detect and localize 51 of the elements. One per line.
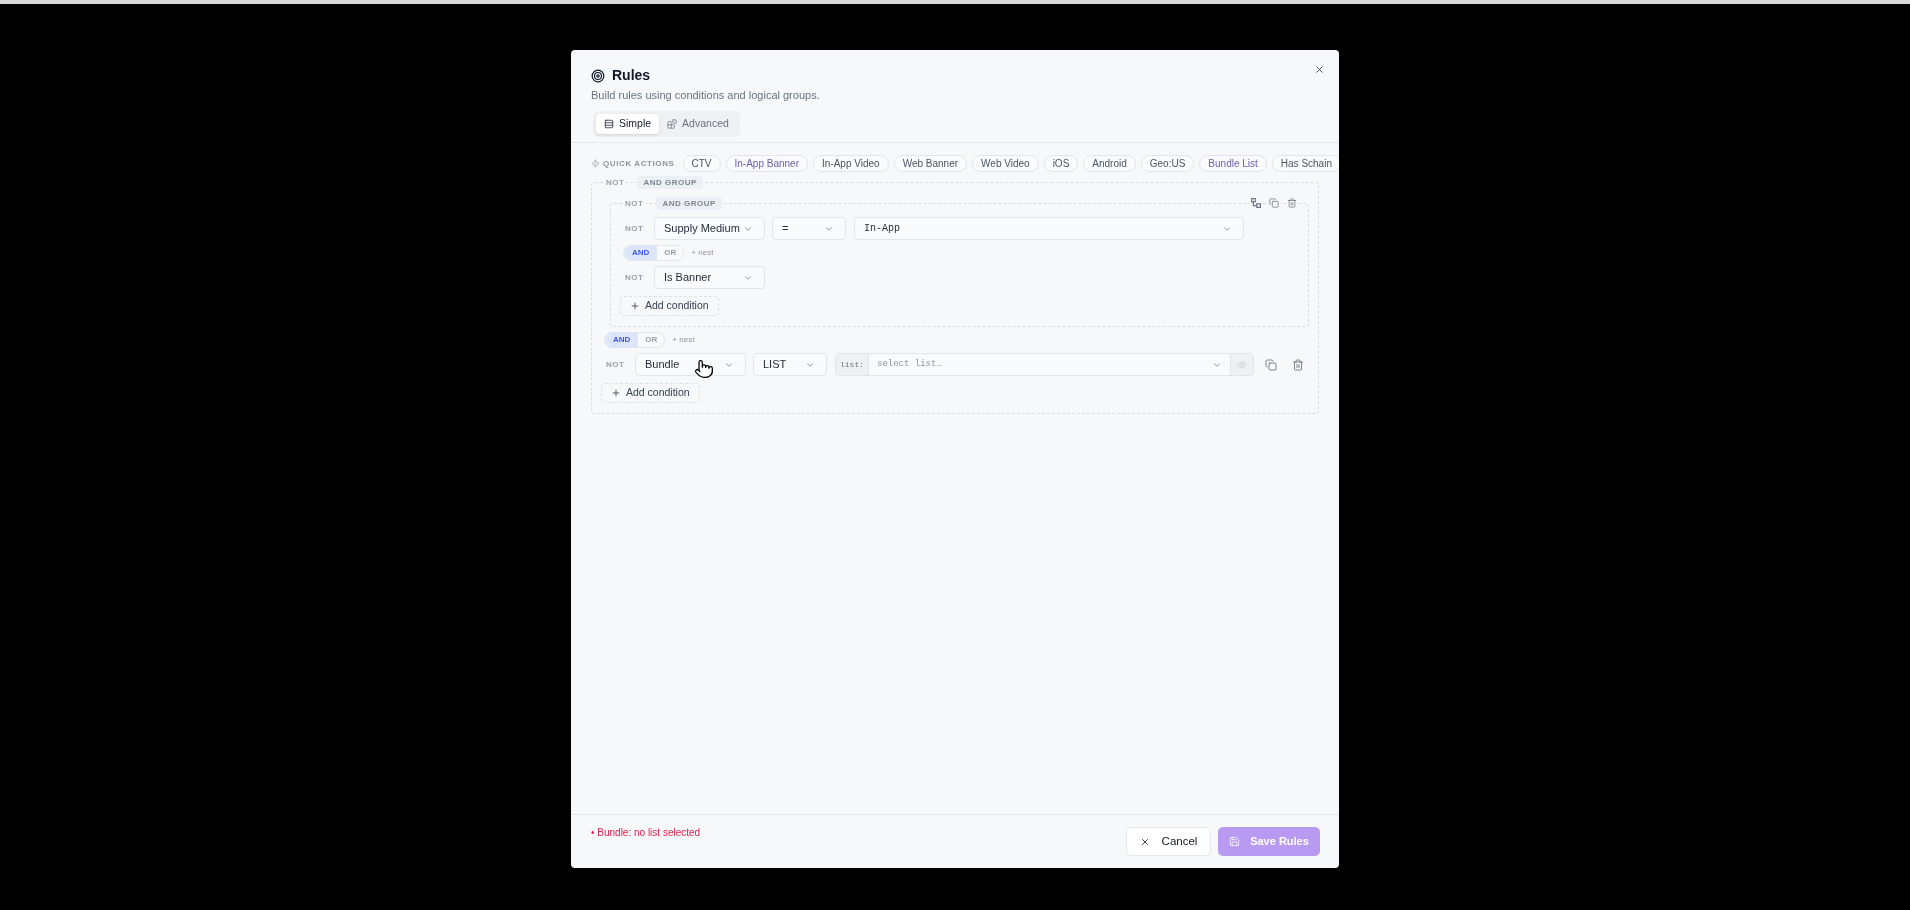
copy-button[interactable]	[1268, 197, 1280, 209]
quick-action-chip[interactable]: Geo:US	[1140, 155, 1195, 172]
trash-icon	[1287, 198, 1297, 208]
cancel-button[interactable]: Cancel	[1126, 827, 1211, 856]
mode-tab[interactable]: Simple	[596, 114, 660, 134]
close-icon	[1314, 64, 1325, 75]
copy-button[interactable]	[1265, 358, 1277, 371]
value-select[interactable]: In-App	[854, 217, 1244, 240]
lightning-icon	[591, 159, 600, 168]
quick-action-chip[interactable]: In-App Video	[813, 155, 889, 172]
copy-icon	[1265, 358, 1277, 371]
dialog-subtitle: Build rules using conditions and logical groups.	[591, 88, 820, 102]
blocks-icon	[667, 119, 678, 129]
trash-icon	[1292, 358, 1304, 371]
dialog-title: Rules	[612, 66, 651, 85]
plus-icon	[630, 301, 640, 311]
quick-action-chip[interactable]: In-App Banner	[725, 155, 808, 172]
group-type-label: AND GROUP	[656, 197, 722, 210]
group-type-label: AND GROUP	[637, 176, 703, 189]
quick-action-chip[interactable]: Has Schain	[1271, 155, 1339, 172]
target-icon	[591, 68, 605, 83]
close-icon	[1139, 836, 1150, 847]
delete-button[interactable]	[1292, 358, 1304, 371]
close-button[interactable]	[1314, 64, 1325, 75]
eye-icon	[1237, 359, 1247, 370]
quick-action-chip[interactable]: iOS	[1043, 155, 1079, 172]
copy-icon	[1269, 198, 1279, 208]
delete-button[interactable]	[1286, 197, 1298, 209]
plus-icon	[611, 388, 621, 398]
field-select[interactable]: Bundle	[635, 353, 746, 376]
add-condition-button[interactable]: Add condition	[601, 383, 700, 403]
quick-action-chip[interactable]: Web Video	[972, 155, 1039, 172]
quick-action-chip[interactable]: Android	[1083, 155, 1136, 172]
quick-action-chip[interactable]: CTV	[682, 155, 721, 172]
operator-select[interactable]: LIST	[753, 353, 827, 376]
hand-cursor-icon	[694, 358, 714, 380]
quick-action-chip[interactable]: Web Banner	[893, 155, 968, 172]
logic-option[interactable]: AND	[624, 246, 658, 260]
save-icon	[1229, 836, 1241, 847]
operator-select[interactable]: =	[772, 217, 846, 240]
field-select[interactable]: Supply Medium	[654, 217, 765, 240]
quick-action-chip[interactable]: Bundle List	[1199, 155, 1267, 172]
mode-tab[interactable]: Advanced	[659, 114, 737, 134]
list-prefix: list:	[836, 354, 869, 375]
validation-error: • Bundle: no list selected	[591, 827, 701, 839]
rows-icon	[604, 119, 614, 129]
connected-squares-icon	[1251, 198, 1261, 208]
field-select[interactable]: Is Banner	[654, 266, 765, 289]
logic-option[interactable]: AND	[605, 333, 639, 347]
add-condition-button[interactable]: Add condition	[620, 296, 719, 316]
quick-actions-label: QUICK ACTIONS	[603, 157, 675, 170]
